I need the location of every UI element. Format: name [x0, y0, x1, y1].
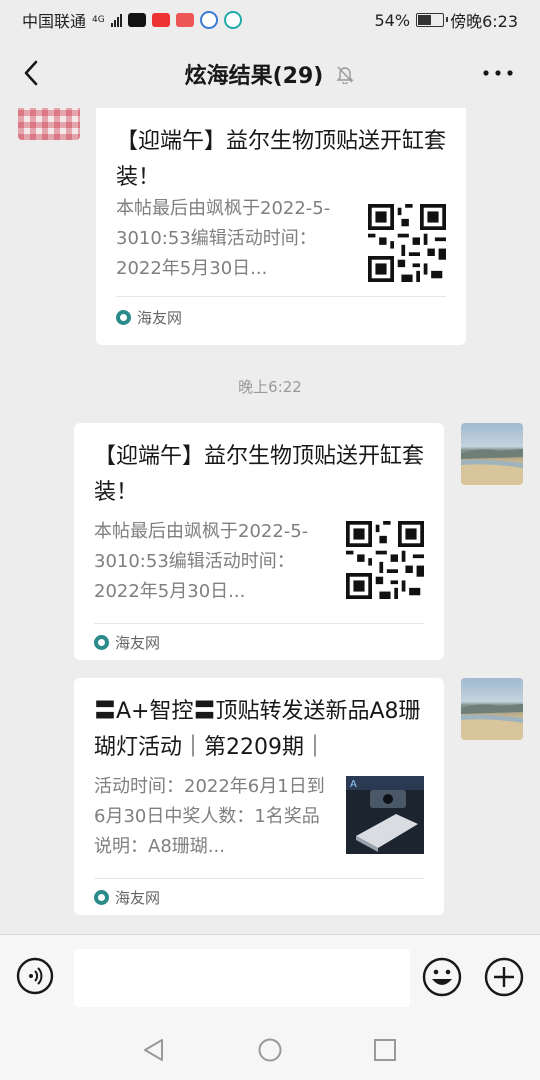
card-description: 本帖最后由飒枫于2022-5-3010:53编辑活动时间：2022年5月30日.…: [94, 521, 309, 602]
message-list[interactable]: 【迎端午】益尔生物顶贴送开缸套装！ 本帖最后由飒枫于2022-5-3010:53…: [0, 108, 540, 934]
source-label: 海友网: [137, 309, 183, 327]
carrier-label: 中国联通: [22, 12, 87, 31]
toutiao-app-icon: [151, 13, 170, 27]
clock: 傍晚6:23: [450, 12, 518, 31]
haiyou-logo-icon: [94, 635, 109, 650]
qr-code-thumbnail: [368, 204, 446, 282]
avatar[interactable]: [461, 423, 523, 485]
system-nav-bar: [0, 1020, 540, 1080]
card-source: 海友网: [94, 887, 160, 908]
status-bar: 中国联通 4G 54% 傍晚6:23: [0, 0, 540, 38]
more-horizontal-icon[interactable]: [482, 68, 514, 78]
card-source: 海友网: [94, 632, 160, 653]
qr-code-thumbnail: [346, 521, 424, 599]
card-title: 【迎端午】益尔生物顶贴送开缸套装！: [116, 129, 447, 190]
message-input[interactable]: [74, 949, 410, 1007]
status-right: 54% 傍晚6:23: [375, 8, 519, 32]
emoji-icon[interactable]: [422, 957, 462, 997]
chat-header: 炫海结果(29): [0, 38, 540, 108]
card-divider: [94, 623, 424, 624]
status-left: 中国联通 4G: [22, 8, 242, 32]
card-divider: [116, 296, 446, 297]
svg-text:A: A: [350, 779, 357, 790]
input-bar: [0, 934, 540, 1021]
nav-home-icon[interactable]: [258, 1038, 282, 1062]
chat-app-icon: [223, 11, 242, 29]
card-source: 海友网: [116, 307, 182, 328]
product-thumbnail: A: [346, 776, 424, 854]
tiktok-app-icon: [127, 13, 146, 27]
plus-circle-icon[interactable]: [484, 957, 524, 997]
link-card[interactable]: 【迎端午】益尔生物顶贴送开缸套装！ 本帖最后由飒枫于2022-5-3010:53…: [74, 423, 444, 660]
bulb-app-icon: [199, 11, 218, 29]
source-label: 海友网: [115, 634, 161, 652]
card-title: 〓A+智控〓顶贴转发送新品A8珊 瑚灯活动｜第2209期｜: [94, 699, 421, 760]
time-separator: 晚上6:22: [238, 378, 302, 396]
battery-percent: 54%: [374, 10, 411, 30]
avatar[interactable]: [18, 108, 80, 140]
bell-off-icon: [336, 66, 355, 84]
card-description: 本帖最后由飒枫于2022-5-3010:53编辑活动时间：2022年5月30日.…: [116, 198, 331, 279]
card-divider: [94, 878, 424, 879]
beach-photo: [461, 704, 523, 740]
avatar[interactable]: [461, 678, 523, 740]
card-title: 【迎端午】益尔生物顶贴送开缸套装！: [94, 444, 425, 505]
network-type: 4G: [92, 15, 105, 25]
haiyou-logo-icon: [116, 310, 131, 325]
nav-recents-icon[interactable]: [373, 1038, 397, 1062]
card-description: 活动时间：2022年6月1日到6月30日中奖人数：1名奖品说明：A8珊瑚...: [94, 776, 325, 857]
beach-photo: [461, 449, 523, 485]
haiyou-logo-icon: [94, 890, 109, 905]
voice-input-icon[interactable]: [16, 957, 54, 995]
link-card[interactable]: 〓A+智控〓顶贴转发送新品A8珊 瑚灯活动｜第2209期｜ 活动时间：2022年…: [74, 678, 444, 915]
link-card[interactable]: 【迎端午】益尔生物顶贴送开缸套装！ 本帖最后由飒枫于2022-5-3010:53…: [96, 108, 466, 345]
source-label: 海友网: [115, 889, 161, 907]
battery-icon: [416, 13, 449, 27]
chat-title[interactable]: 炫海结果(29): [185, 58, 324, 90]
news-app-icon: [175, 13, 194, 27]
signal-icon: [110, 13, 122, 27]
nav-back-icon[interactable]: [142, 1038, 166, 1062]
chat-title-area: 炫海结果(29): [0, 58, 540, 90]
